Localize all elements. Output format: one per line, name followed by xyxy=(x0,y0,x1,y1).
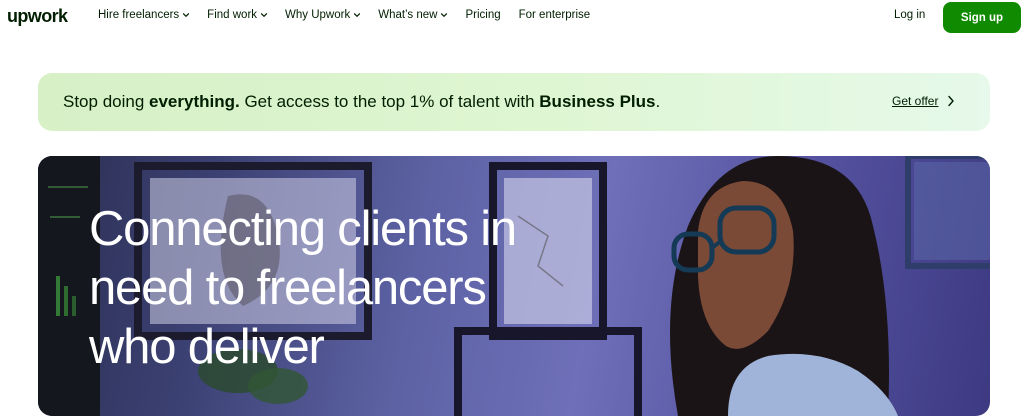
monitor-bar xyxy=(64,286,68,316)
get-offer-link[interactable]: Get offer xyxy=(892,94,955,108)
signup-button-label: Sign up xyxy=(960,11,1004,24)
nav-pricing-label: Pricing xyxy=(465,9,501,21)
get-offer-label: Get offer xyxy=(892,94,939,108)
nav-why-upwork[interactable]: Why Upwork xyxy=(285,9,361,21)
promo-text-part1: Stop doing xyxy=(63,92,150,111)
promo-message: Stop doing everything. Get access to the… xyxy=(63,92,660,112)
nav-for-enterprise-label: For enterprise xyxy=(518,9,591,21)
monitor-line xyxy=(50,216,80,218)
promo-text-bold1: everything. xyxy=(149,92,240,111)
hero-title-line: Connecting clients in xyxy=(89,202,517,256)
nav-whats-new-label: What’s new xyxy=(378,9,438,21)
login-link[interactable]: Log in xyxy=(894,9,925,21)
nav-links: Hire freelancers Find work Why Upwork Wh… xyxy=(98,9,590,21)
nav-hire-freelancers-label: Hire freelancers xyxy=(98,9,180,21)
monitor-bar xyxy=(72,296,76,316)
upwork-logo[interactable]: upwork xyxy=(7,5,68,27)
nav-find-work[interactable]: Find work xyxy=(207,9,268,21)
monitor-bar xyxy=(56,276,60,316)
promo-text-part2: Get access to the top 1% of talent with xyxy=(239,92,540,111)
promo-banner: Stop doing everything. Get access to the… xyxy=(38,73,990,131)
hero-title-line: who deliver xyxy=(89,320,325,374)
nav-whats-new[interactable]: What’s new xyxy=(378,9,448,21)
nav-pricing[interactable]: Pricing xyxy=(465,9,500,21)
hero-section: Connecting clients in need to freelancer… xyxy=(38,156,990,416)
promo-text-part3: . xyxy=(655,92,661,111)
signup-button[interactable]: Sign up xyxy=(943,2,1021,33)
picture-frame-inner xyxy=(914,162,990,260)
chevron-down-icon xyxy=(260,11,268,19)
promo-text-bold2: Business Plus xyxy=(539,92,656,111)
chevron-down-icon xyxy=(353,11,361,19)
nav-find-work-label: Find work xyxy=(207,9,258,21)
hero-title: Connecting clients in need to freelancer… xyxy=(89,200,649,377)
nav-hire-freelancers[interactable]: Hire freelancers xyxy=(98,9,190,21)
nav-for-enterprise[interactable]: For enterprise xyxy=(519,9,591,21)
chevron-down-icon xyxy=(182,11,190,19)
nav-why-upwork-label: Why Upwork xyxy=(285,9,351,21)
top-navigation: upwork Hire freelancers Find work Why Up… xyxy=(0,0,1024,36)
hero-title-line: need to freelancers xyxy=(89,261,487,315)
chevron-down-icon xyxy=(440,11,448,19)
chevron-right-icon xyxy=(947,95,955,107)
monitor-line xyxy=(48,186,88,188)
